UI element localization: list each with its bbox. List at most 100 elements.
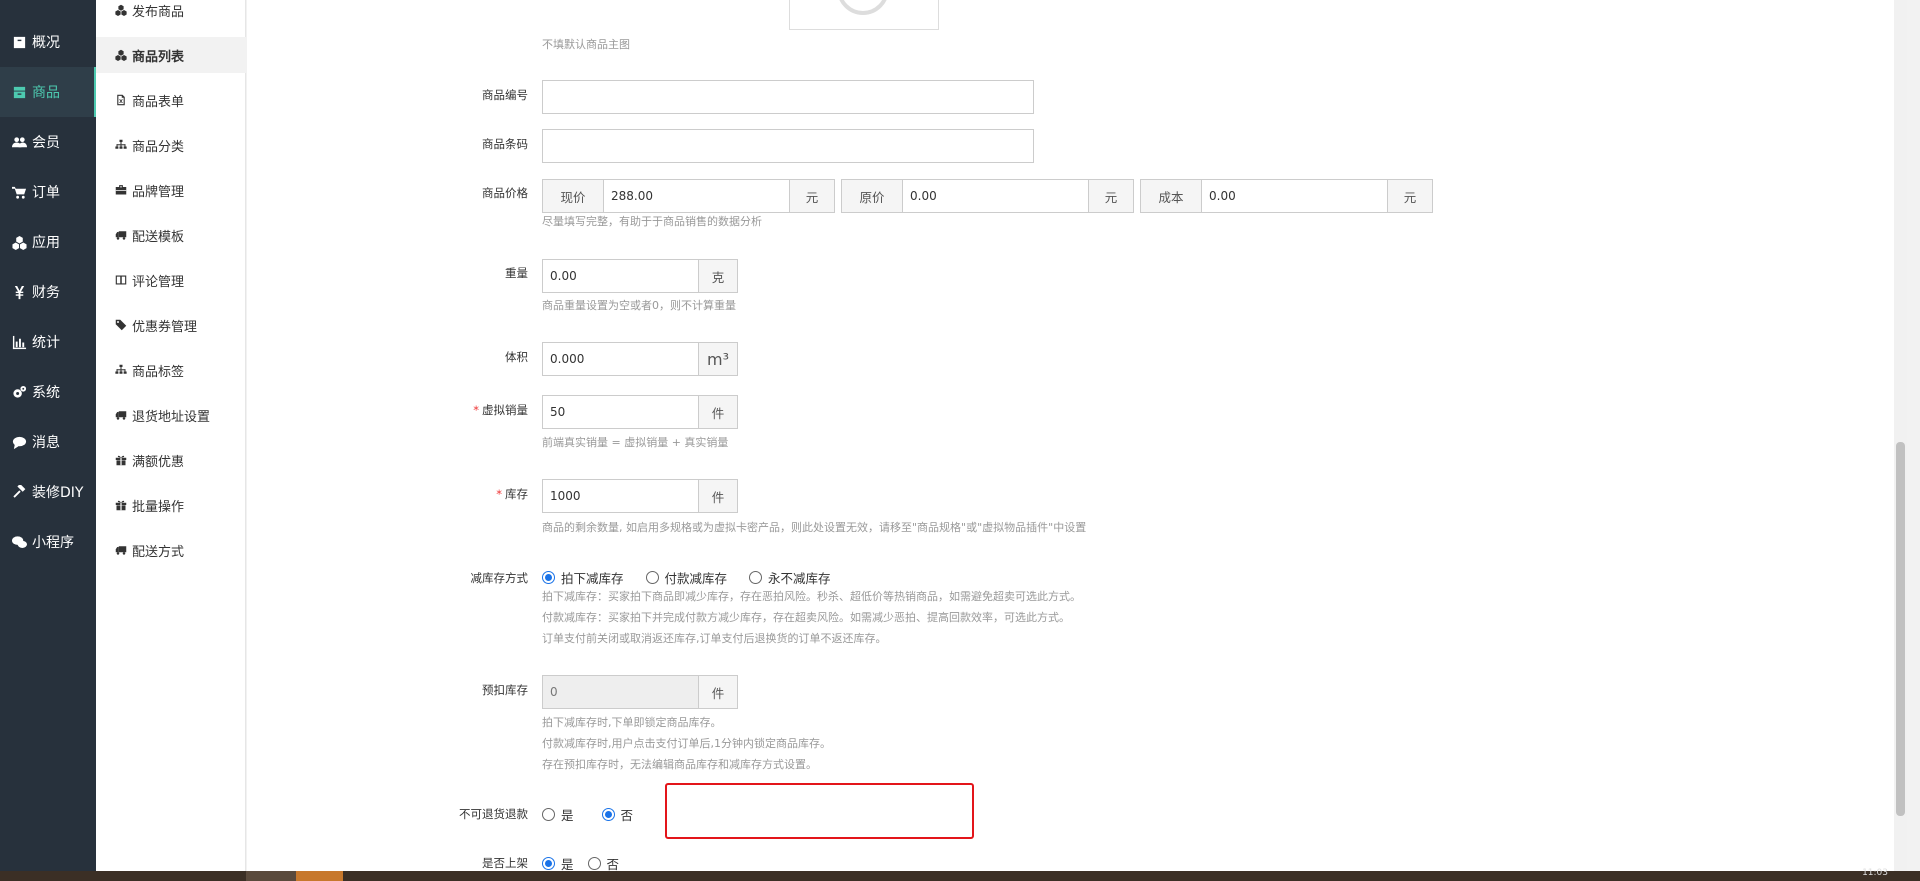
truck-icon [113,227,129,243]
current-price-input[interactable]: 288.00 [603,179,790,213]
primary-nav-item[interactable]: 小程序 [0,517,96,567]
primary-nav-label: 商品 [32,85,60,101]
weight-hint: 商品重量设置为空或者0，则不计算重量 [542,299,736,312]
primary-nav-label: 装修DIY [32,485,84,501]
primary-nav-item[interactable]: 统计 [0,317,96,367]
goods-sn-label: 商品编号 [482,88,528,102]
tags-icon [113,317,129,333]
cost-price-input[interactable]: 0.00 [1201,179,1388,213]
primary-nav-item[interactable]: 应用 [0,217,96,267]
stock-mode-radio-group: 拍下减库存 付款减库存 永不减库存 [542,568,853,587]
primary-nav-label: 会员 [32,135,60,151]
secondary-nav-item[interactable]: 评论管理 [96,262,246,298]
wechat-icon [10,533,28,551]
pre-stock-label: 预扣库存 [482,683,528,697]
main-image-upload[interactable] [789,0,939,30]
cart-icon [10,183,28,201]
secondary-nav-label: 发布商品 [132,4,185,20]
yen-icon [10,283,28,301]
weight-unit: 克 [698,259,738,293]
secondary-nav-item[interactable]: 退货地址设置 [96,397,246,433]
primary-nav-label: 财务 [32,285,60,301]
secondary-nav-item[interactable]: 商品标签 [96,352,246,388]
primary-nav-item[interactable]: 系统 [0,367,96,417]
cubes-icon [10,233,28,251]
stock-mode-hint-2: 付款减库存：买家拍下并完成付款方减少库存，存在超卖风险。如需减少恶拍、提高回款效… [542,611,1070,624]
volume-unit: m³ [698,342,738,376]
radio-button[interactable] [645,571,659,584]
goods-sn-input[interactable] [542,80,1034,114]
original-price-suffix: 元 [1088,179,1134,213]
secondary-nav-item[interactable]: 配送模板 [96,217,246,253]
secondary-nav-item[interactable]: 发布商品 [96,0,246,28]
primary-nav-item[interactable]: 会员 [0,117,96,167]
stock-mode-option-label: 拍下减库存 [561,571,624,586]
no-refund-option[interactable]: 否 [601,805,633,824]
primary-nav-item[interactable]: 概况 [0,17,96,67]
required-mark: * [496,487,502,501]
secondary-nav-item[interactable]: 满额优惠 [96,442,246,478]
radio-button[interactable] [601,808,615,821]
stock-mode-hint-1: 拍下减库存：买家拍下商品即减少库存，存在恶拍风险。秒杀、超低价等热销商品，如需避… [542,590,1081,603]
secondary-nav-item[interactable]: 商品表单 [96,82,246,118]
sitemap-icon [113,362,129,378]
secondary-nav-item[interactable]: 批量操作 [96,487,246,523]
stock-label-text: 库存 [505,487,528,501]
primary-nav-item[interactable]: 订单 [0,167,96,217]
radio-button[interactable] [587,857,601,870]
vertical-scrollbar[interactable] [1894,0,1907,871]
taskbar-app-1[interactable] [246,871,296,881]
primary-nav-item[interactable]: 财务 [0,267,96,317]
goods-edit-form: 不填默认商品主图 商品编号 商品条码 商品价格 现价 288.00 元 原价 0… [247,0,1907,872]
weight-input[interactable]: 0.00 [542,259,699,293]
virtual-sales-unit: 件 [698,395,738,429]
secondary-nav-item[interactable]: 优惠券管理 [96,307,246,343]
primary-nav-label: 应用 [32,235,60,251]
store-icon [10,83,28,101]
os-taskbar: 11:03 [0,868,1920,881]
secondary-nav-label: 满额优惠 [132,454,185,470]
secondary-nav-label: 批量操作 [132,499,185,515]
stock-mode-option[interactable]: 永不减库存 [749,568,831,587]
virtual-sales-input[interactable]: 50 [542,395,699,429]
virtual-sales-label: * 虚拟销量 [388,402,528,418]
secondary-nav-item[interactable]: 品牌管理 [96,172,246,208]
secondary-nav-item[interactable]: 配送方式 [96,532,246,568]
users-icon [10,133,28,151]
gears-icon [10,383,28,401]
primary-nav-item[interactable]: 商品 [0,67,96,117]
stock-mode-option[interactable]: 付款减库存 [645,568,727,587]
primary-nav-item[interactable]: 装修DIY [0,467,96,517]
secondary-sidebar: 发布商品商品列表商品表单商品分类品牌管理配送模板评论管理优惠券管理商品标签退货地… [96,0,246,881]
scrollbar-thumb[interactable] [1896,442,1905,816]
on-sale-label: 是否上架 [482,856,528,870]
stock-hint: 商品的剩余数量, 如启用多规格或为虚拟卡密产品，则此处设置无效，请移至"商品规格… [542,521,1087,534]
stock-mode-option[interactable]: 拍下减库存 [542,568,624,587]
gift-icon [113,497,129,513]
radio-button[interactable] [542,808,555,821]
primary-nav-item[interactable]: 消息 [0,417,96,467]
secondary-nav-item[interactable]: 商品分类 [96,127,246,163]
original-price-input[interactable]: 0.00 [902,179,1089,213]
bar-chart-icon [10,333,28,351]
no-refund-option-label: 是 [561,808,574,823]
pre-stock-hint-1: 拍下减库存时,下单即锁定商品库存。 [542,716,722,729]
radio-button[interactable] [749,571,763,584]
radio-button[interactable] [542,857,555,870]
volume-input[interactable]: 0.000 [542,342,699,376]
pre-stock-hint-2: 付款减库存时,用户点击支付订单后,1分钟内锁定商品库存。 [542,737,831,750]
pre-stock-unit: 件 [698,675,738,709]
stock-unit: 件 [698,479,738,513]
primary-nav-label: 概况 [32,35,60,51]
no-refund-option[interactable]: 是 [542,805,574,824]
columns-icon [113,272,129,288]
secondary-nav-label: 退货地址设置 [132,409,211,425]
secondary-nav-item[interactable]: 商品列表 [96,37,246,73]
pre-stock-input[interactable]: 0 [542,675,699,709]
pre-stock-hint-3: 存在预扣库存时，无法编辑商品库存和减库存方式设置。 [542,758,817,771]
taskbar-app-2[interactable] [296,871,343,881]
current-price-prefix: 现价 [542,179,604,213]
radio-button[interactable] [542,571,555,584]
stock-input[interactable]: 1000 [542,479,699,513]
barcode-input[interactable] [542,129,1034,163]
